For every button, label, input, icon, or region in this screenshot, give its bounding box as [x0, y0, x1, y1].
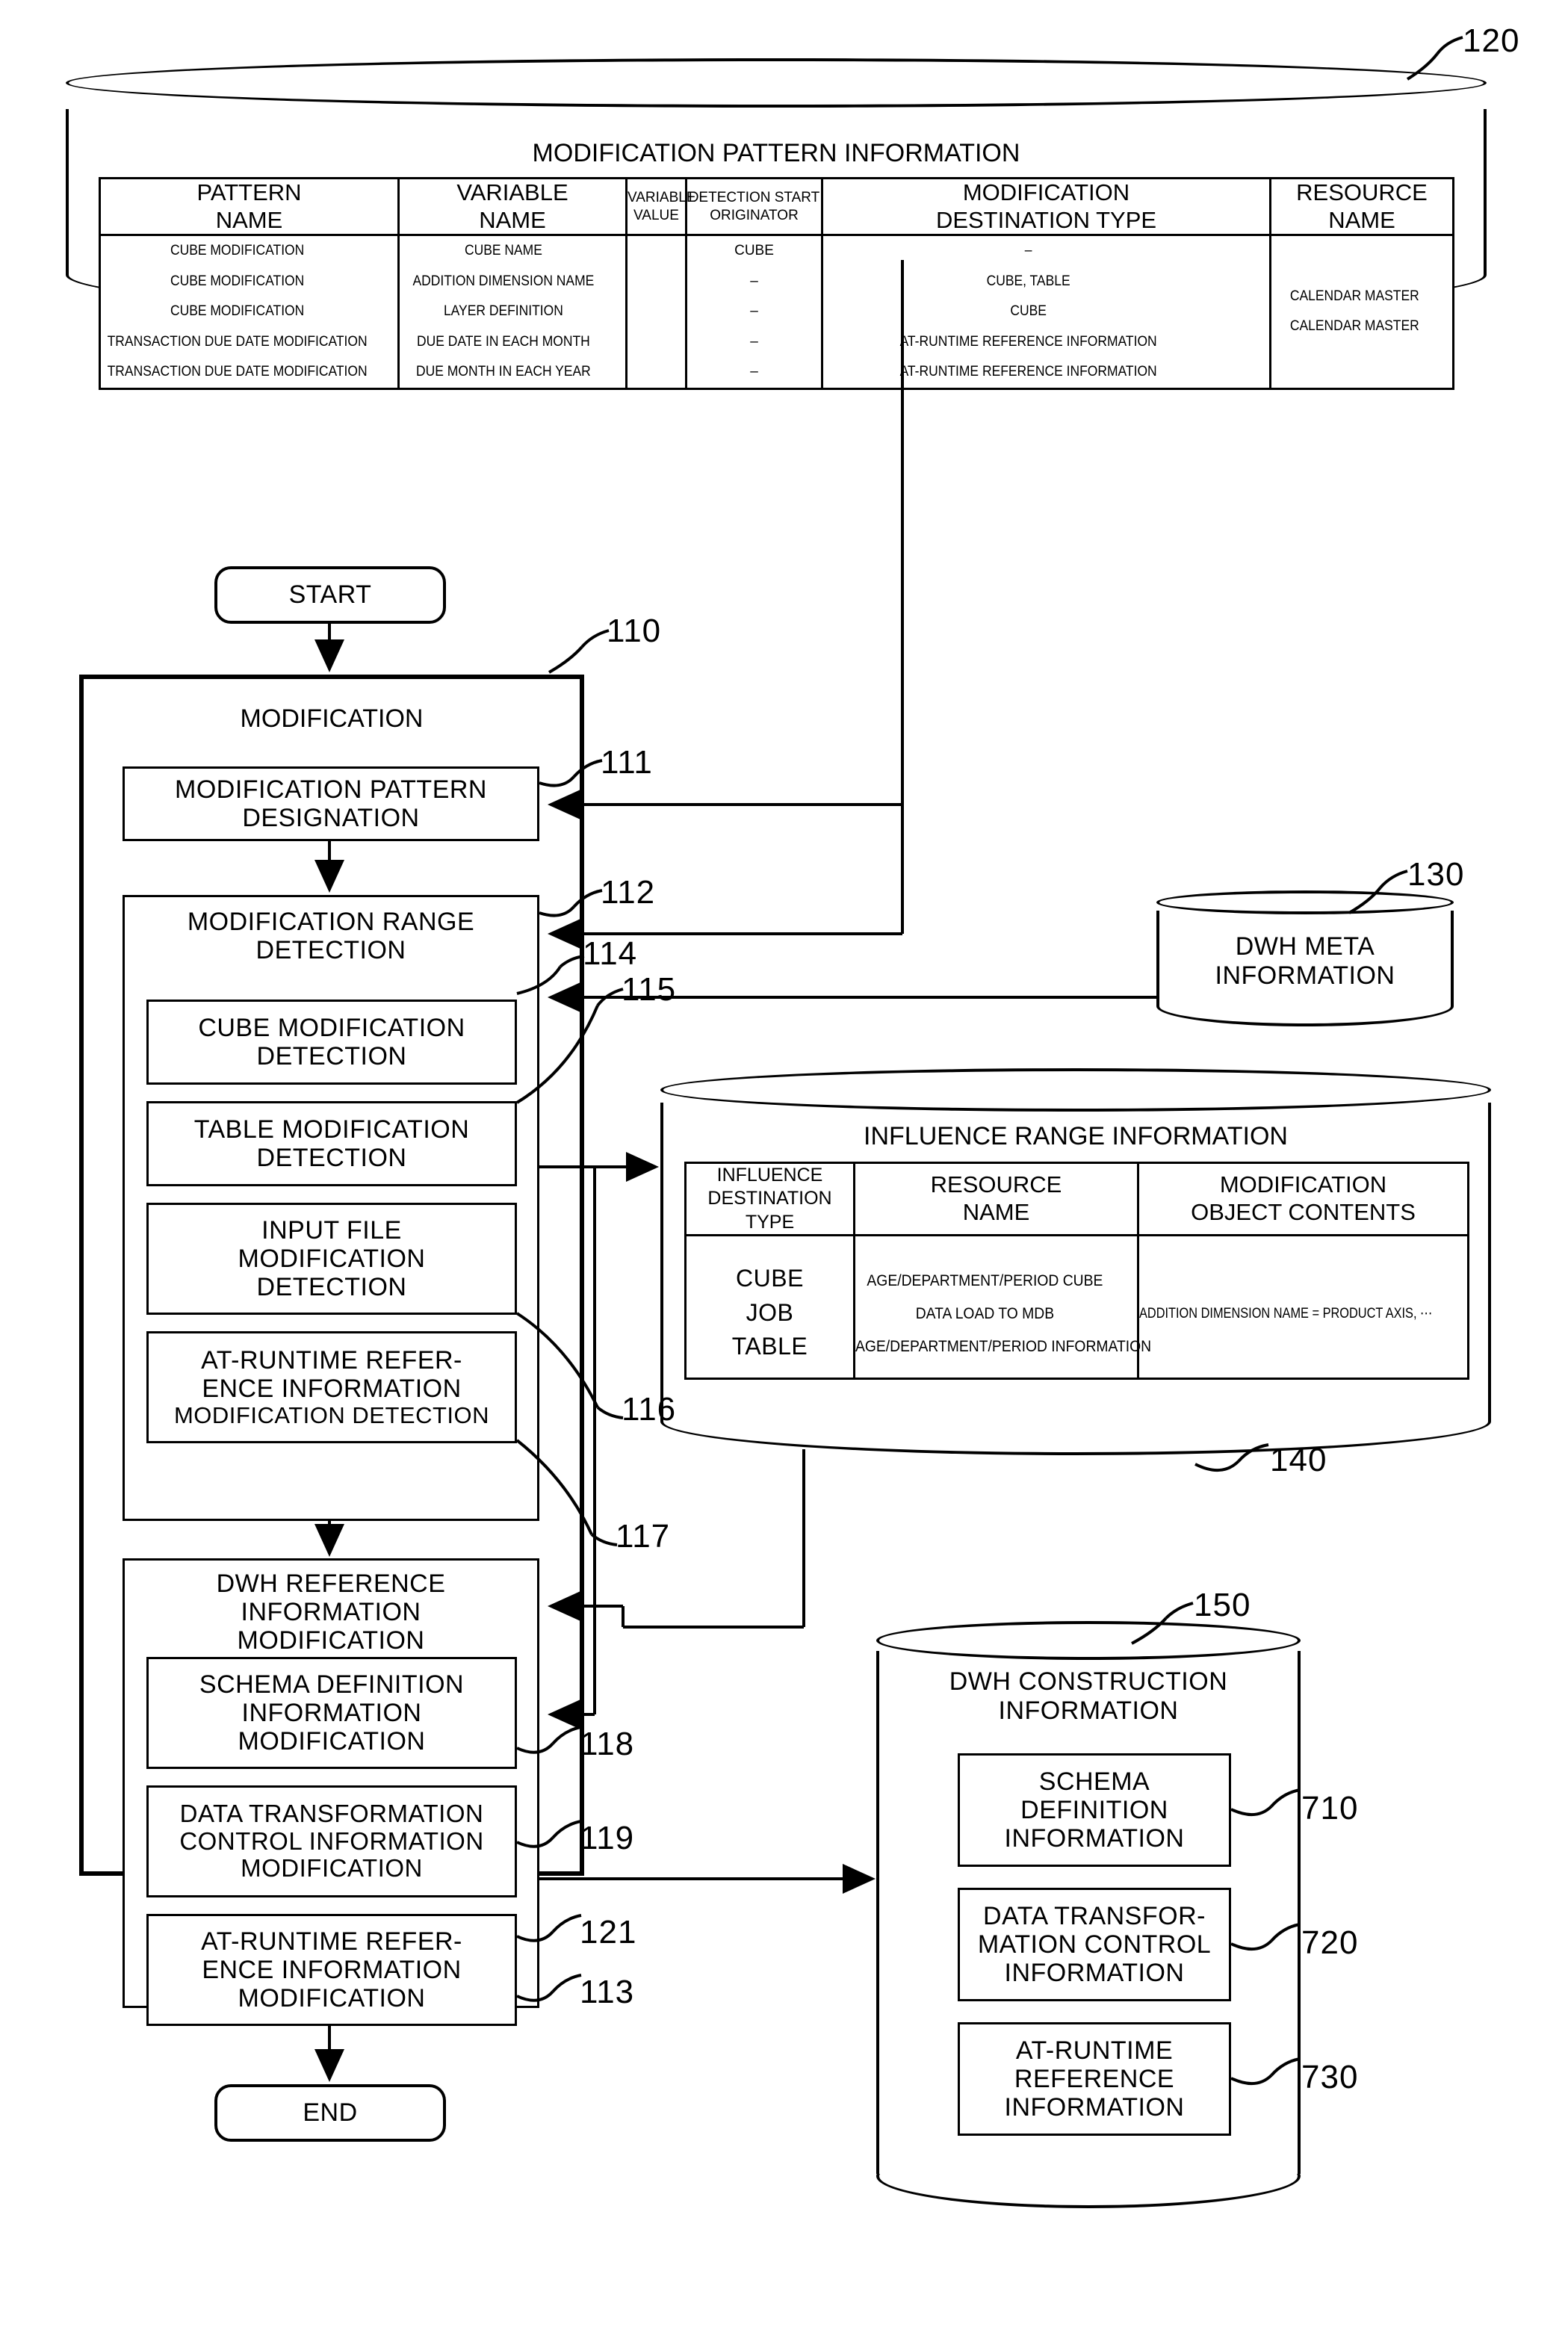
modification-process-title: MODIFICATION [240, 704, 424, 733]
cell-modification-destination-type: – CUBE, TABLE CUBE AT-RUNTIME REFERENCE … [821, 234, 1271, 390]
cell-variable-value [625, 234, 687, 390]
modification-pattern-information-title: MODIFICATION PATTERN INFORMATION [532, 139, 1020, 167]
step-input-file-modification-detection: INPUT FILE MODIFICATION DETECTION [146, 1203, 517, 1315]
ref-116: 116 [622, 1391, 677, 1428]
col-modification-destination-type: MODIFICATION DESTINATION TYPE [821, 176, 1271, 237]
ref-121: 121 [580, 1914, 637, 1950]
step-at-runtime-reference-information-modification: AT-RUNTIME REFER- ENCE INFORMATION MODIF… [146, 1914, 517, 2026]
cell-resource-name: AGE/DEPARTMENT/PERIOD CUBE DATA LOAD TO … [853, 1233, 1151, 1380]
table-header-row: PATTERN NAME VARIABLE NAME VARIABLE VALU… [99, 176, 1454, 237]
influence-range-information-title: INFLUENCE RANGE INFORMATION [864, 1122, 1288, 1150]
col-variable-name: VARIABLE NAME [397, 176, 627, 237]
step-schema-definition-information-modification: SCHEMA DEFINITION INFORMATION MODIFICATI… [146, 1657, 517, 1769]
ref-720: 720 [1301, 1924, 1359, 1961]
modification-pattern-table-wrap: PATTERN NAME VARIABLE NAME VARIABLE VALU… [99, 176, 1454, 390]
table-header-row: INFLUENCE DESTINATION TYPE RESOURCE NAME… [684, 1162, 1469, 1236]
col-influence-destination-type: INFLUENCE DESTINATION TYPE [684, 1162, 855, 1236]
step-data-transformation-control-information-modification: DATA TRANSFORMATION CONTROL INFORMATION … [146, 1785, 517, 1897]
dwh-meta-information-label: DWH META INFORMATION [1215, 932, 1395, 990]
end-node: END [214, 2084, 446, 2142]
cell-pattern-name: CUBE MODIFICATION CUBE MODIFICATION CUBE… [99, 234, 400, 390]
start-node: START [214, 566, 446, 624]
ref-112: 112 [601, 874, 656, 911]
dwh-construction-information-title: DWH CONSTRUCTION INFORMATION [949, 1667, 1228, 1725]
patent-figure-canvas: MODIFICATION PATTERN INFORMATION PATTERN… [0, 0, 1568, 2327]
cell-influence-destination-type: CUBE JOB TABLE [684, 1233, 855, 1380]
ref-120: 120 [1463, 22, 1520, 59]
col-detection-start-originator: DETECTION START ORIGINATOR [685, 176, 823, 237]
dwh-item-data-transformation-control-information: DATA TRANSFOR- MATION CONTROL INFORMATIO… [958, 1888, 1231, 2001]
influence-range-table-wrap: INFLUENCE DESTINATION TYPE RESOURCE NAME… [684, 1162, 1469, 1380]
ref-115: 115 [622, 971, 677, 1008]
col-variable-value: VARIABLE VALUE [625, 176, 696, 237]
ref-150: 150 [1194, 1587, 1251, 1623]
table-body-row: CUBE MODIFICATION CUBE MODIFICATION CUBE… [99, 234, 1454, 390]
cell-resource-name: CALENDAR MASTER CALENDAR MASTER [1269, 234, 1454, 390]
ref-119: 119 [580, 1820, 635, 1856]
modification-pattern-table: PATTERN NAME VARIABLE NAME VARIABLE VALU… [99, 176, 1454, 390]
ref-118: 118 [580, 1726, 635, 1762]
ref-113: 113 [580, 1974, 635, 2010]
start-node-label: START [288, 580, 372, 609]
table-body-row: CUBE JOB TABLE AGE/DEPARTMENT/PERIOD CUB… [684, 1233, 1469, 1380]
end-node-label: END [303, 2098, 358, 2127]
dwh-item-schema-definition-information: SCHEMA DEFINITION INFORMATION [958, 1753, 1231, 1867]
cell-variable-name: CUBE NAME ADDITION DIMENSION NAME LAYER … [397, 234, 627, 390]
cell-detection-start-originator: CUBE – – – – [685, 234, 823, 390]
influence-range-table: INFLUENCE DESTINATION TYPE RESOURCE NAME… [684, 1162, 1469, 1380]
ref-110: 110 [607, 613, 662, 649]
ref-114: 114 [583, 935, 638, 972]
ref-111: 111 [601, 744, 653, 781]
ref-140: 140 [1270, 1442, 1327, 1478]
col-resource-name: RESOURCE NAME [853, 1162, 1139, 1236]
step-table-modification-detection: TABLE MODIFICATION DETECTION [146, 1101, 517, 1186]
ref-730: 730 [1301, 2059, 1359, 2095]
dwh-item-at-runtime-reference-information: AT-RUNTIME REFERENCE INFORMATION [958, 2022, 1231, 2136]
ref-710: 710 [1301, 1790, 1359, 1826]
step-modification-pattern-designation: MODIFICATION PATTERN DESIGNATION [123, 766, 539, 841]
col-pattern-name: PATTERN NAME [99, 176, 400, 237]
step-at-runtime-reference-information-modification-detection: AT-RUNTIME REFER- ENCE INFORMATION MODIF… [146, 1331, 517, 1443]
col-modification-object-contents: MODIFICATION OBJECT CONTENTS [1137, 1162, 1469, 1236]
col-resource-name: RESOURCE NAME [1269, 176, 1454, 237]
cell-modification-object-contents: ADDITION DIMENSION NAME = PRODUCT AXIS, … [1137, 1233, 1469, 1380]
ref-117: 117 [616, 1518, 671, 1555]
ref-130: 130 [1407, 856, 1465, 893]
step-cube-modification-detection: CUBE MODIFICATION DETECTION [146, 1000, 517, 1085]
